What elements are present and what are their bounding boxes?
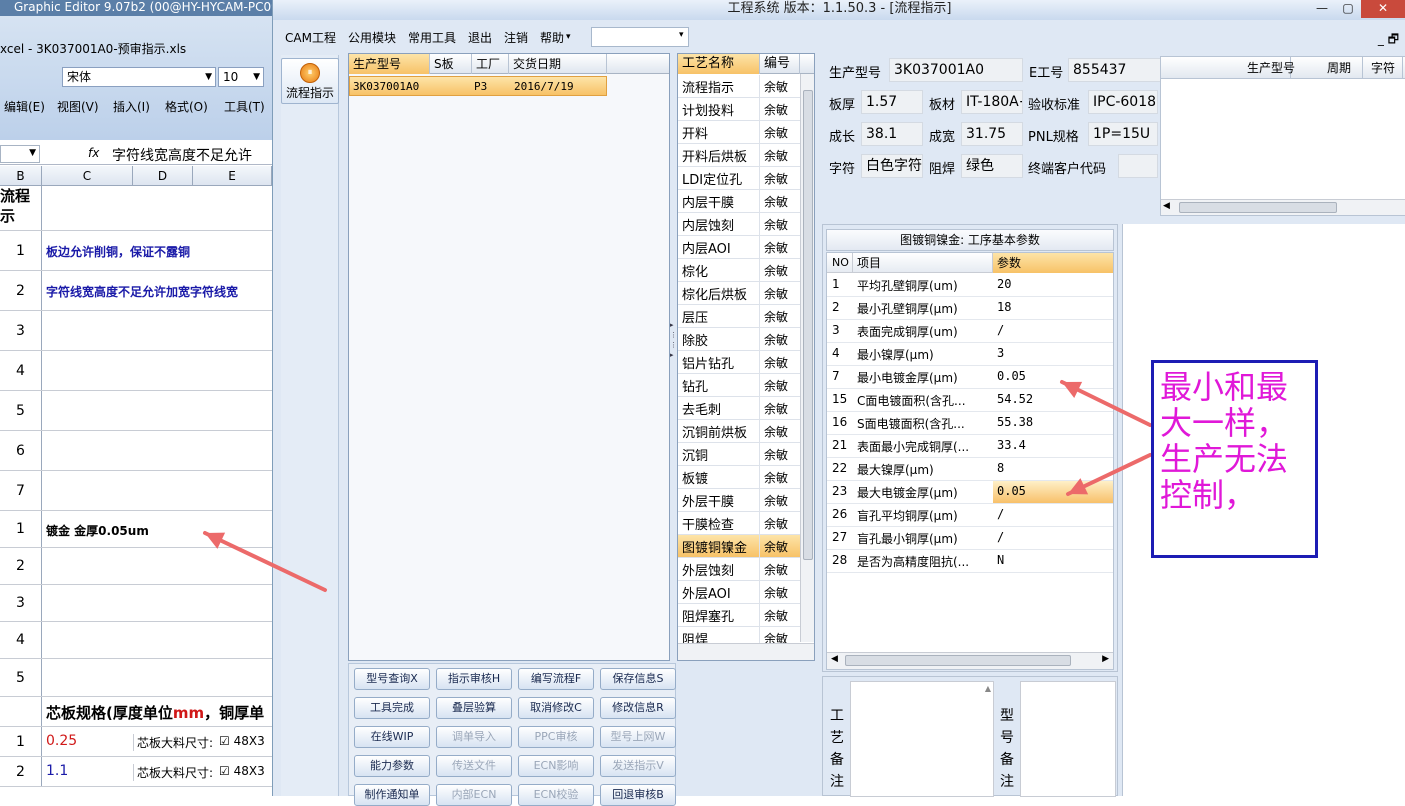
annotation-box: 最小和最大一样，生产无法控制， <box>1151 360 1318 558</box>
annotation-text: 最小和最大一样，生产无法控制， <box>1160 368 1289 514</box>
arrow-line <box>203 531 327 592</box>
